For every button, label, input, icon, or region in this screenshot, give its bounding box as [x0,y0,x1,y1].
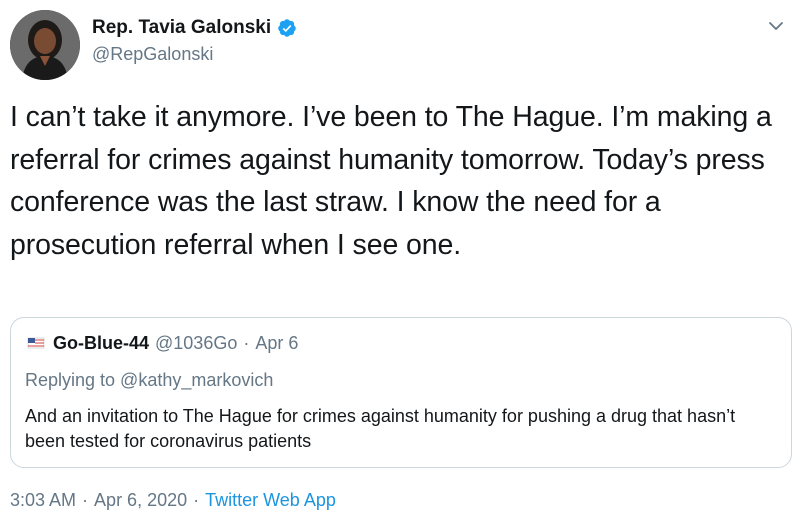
display-name-row: Rep. Tavia Galonski [92,16,297,40]
quoted-date: Apr 6 [255,332,299,353]
tweet-text: I can’t take it anymore. I’ve been to Th… [10,101,772,261]
quoted-avatar [25,332,47,354]
verified-badge-icon [277,18,297,38]
quoted-tweet-header: Go-Blue-44 @1036Go · Apr 6 [25,332,298,354]
tweet-date[interactable]: Apr 6, 2020 [94,490,187,511]
avatar-image [10,10,80,80]
quoted-separator: · [243,332,250,353]
meta-separator: · [82,490,89,510]
quoted-handle: @1036Go [155,332,238,353]
author-names: Rep. Tavia Galonski @RepGalonski [92,16,297,66]
meta-separator: · [193,490,200,510]
tweet-meta: 3:03 AM · Apr 6, 2020 · Twitter Web App [10,490,336,511]
tweet-time[interactable]: 3:03 AM [10,490,76,511]
handle[interactable]: @RepGalonski [92,42,297,66]
tweet-source-link[interactable]: Twitter Web App [205,490,336,511]
quoted-display-name: Go-Blue-44 [53,332,150,353]
quoted-text: And an invitation to The Hague for crime… [25,406,736,451]
avatar[interactable] [10,10,80,80]
display-name[interactable]: Rep. Tavia Galonski [92,16,271,40]
tweet-header: Rep. Tavia Galonski @RepGalonski [10,10,790,80]
replying-to: Replying to @kathy_markovich [25,370,274,390]
chevron-down-icon[interactable] [766,16,786,36]
quoted-tweet[interactable]: Go-Blue-44 @1036Go · Apr 6 Replying to @… [10,317,792,468]
